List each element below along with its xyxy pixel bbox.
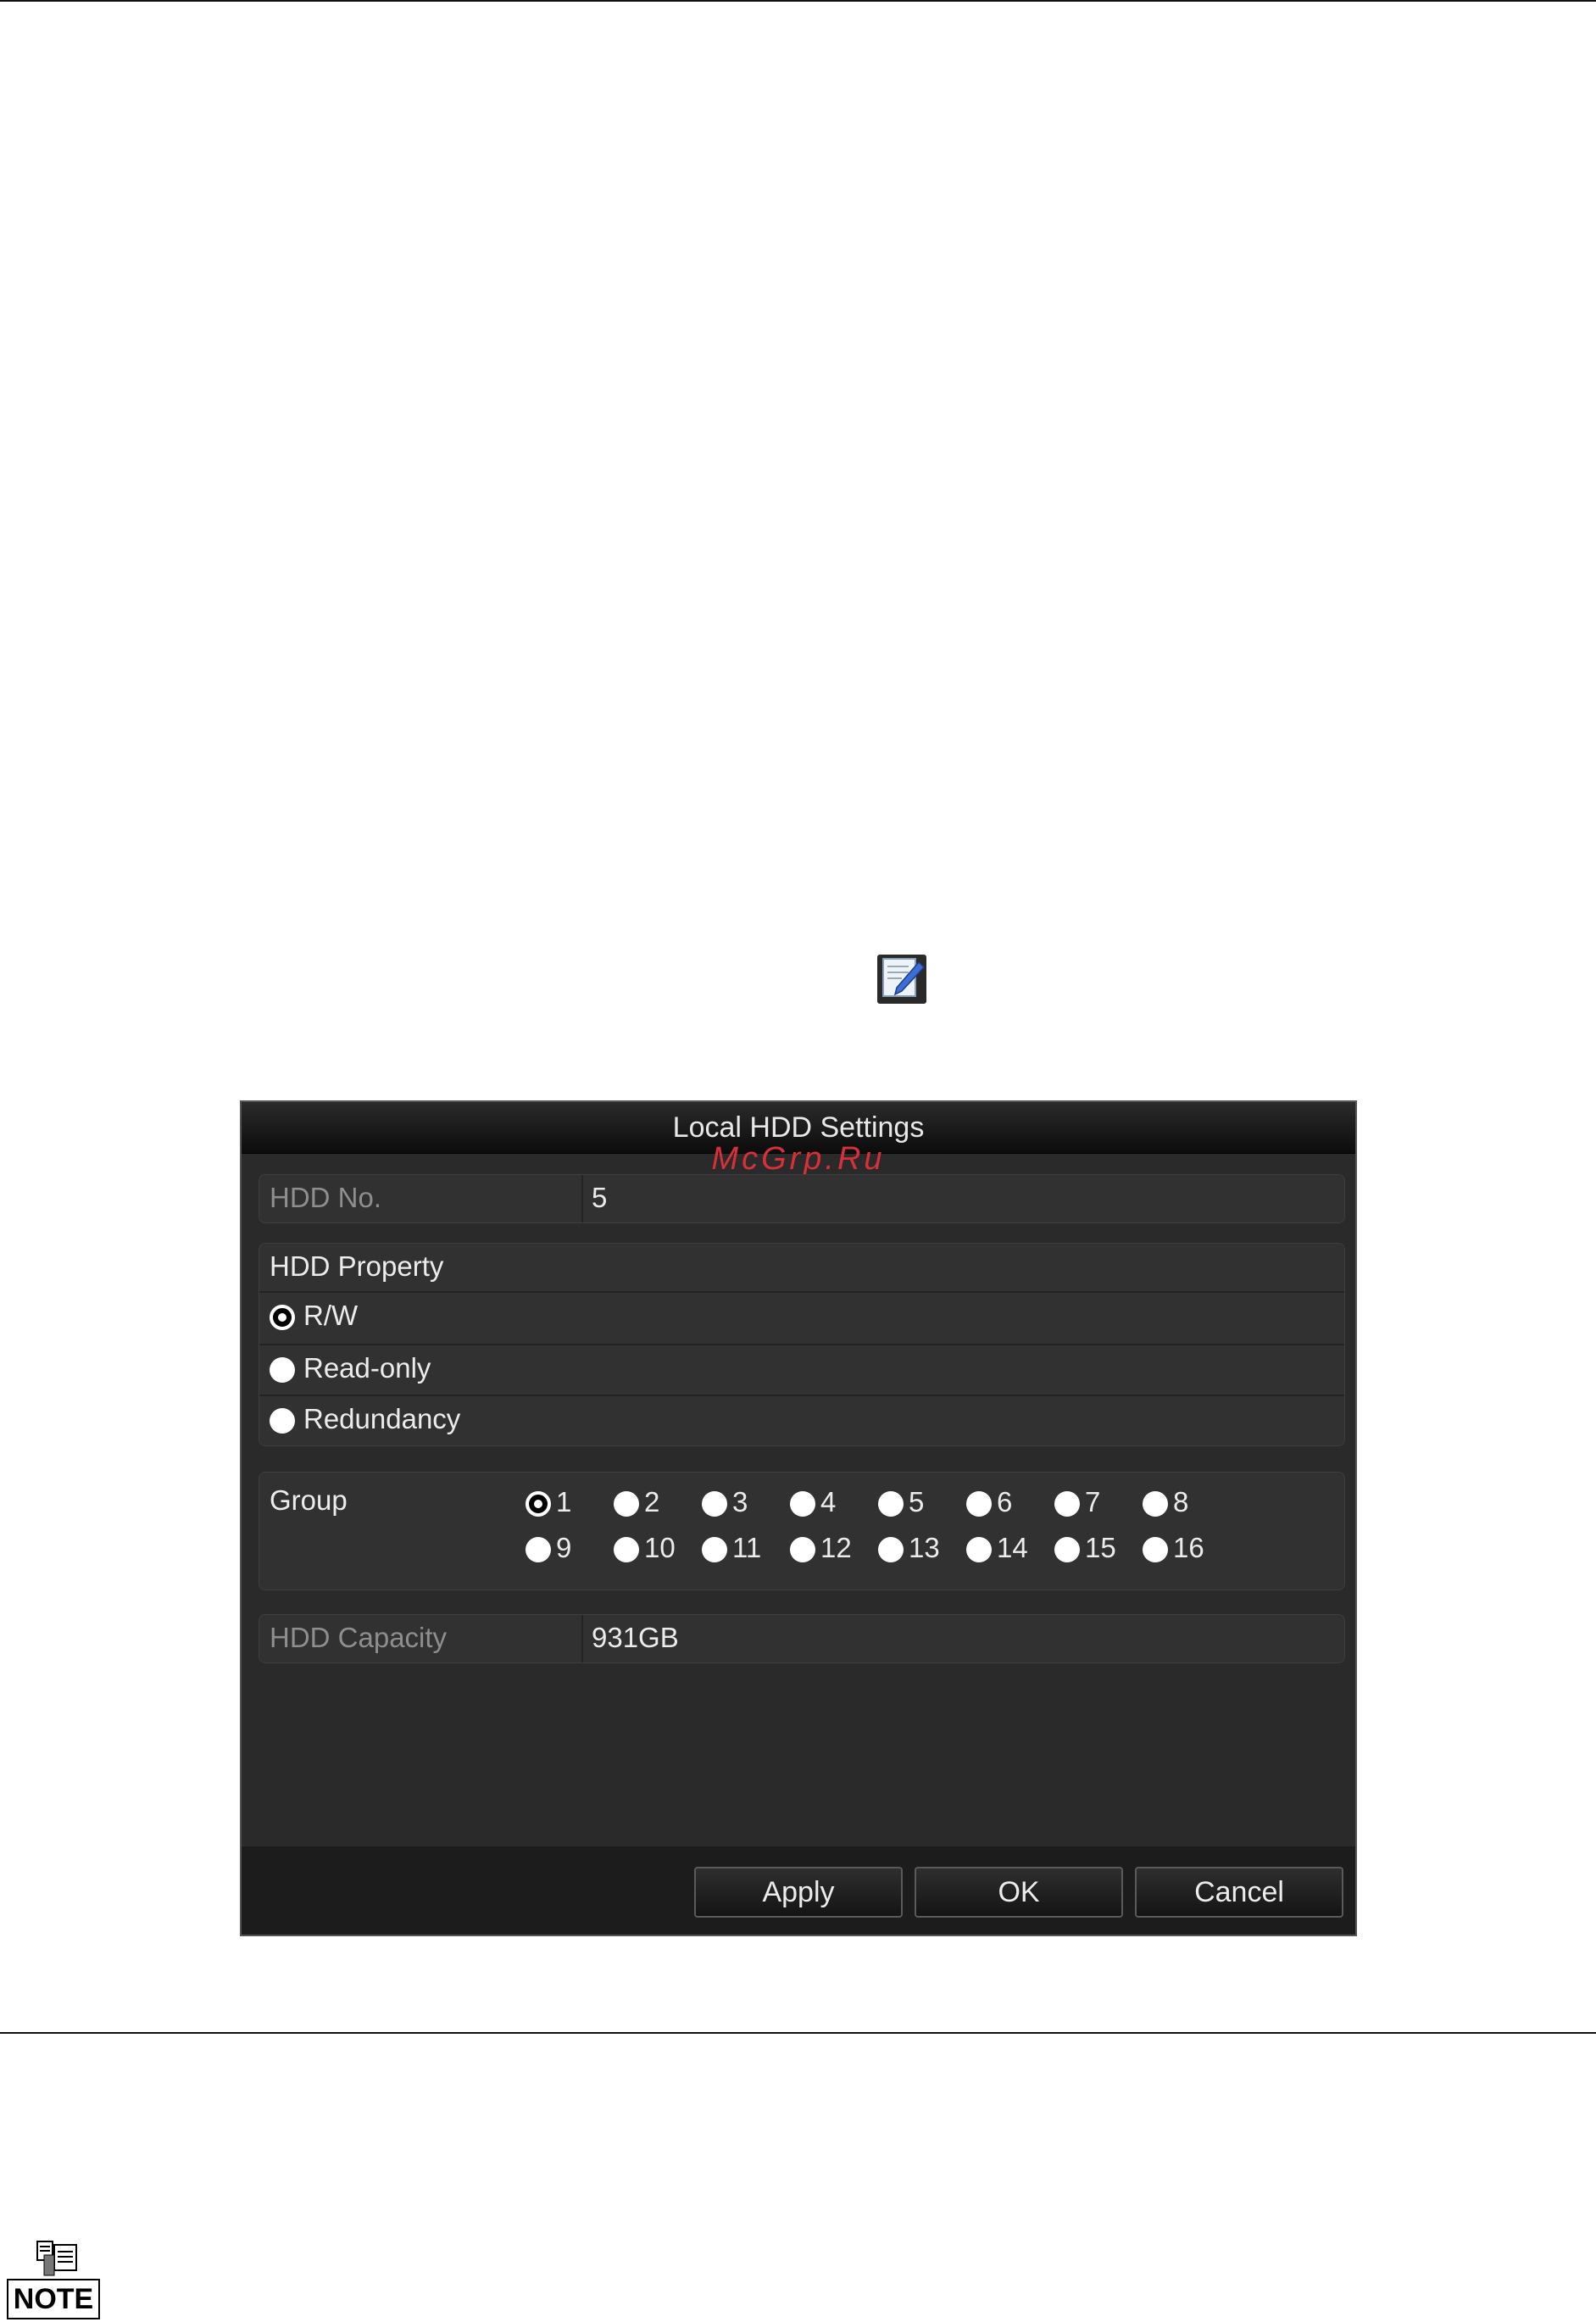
- group-radio-13[interactable]: [878, 1537, 904, 1562]
- group-label: Group: [270, 1484, 348, 1516]
- local-hdd-settings-dialog: Local HDD Settings McGrp.Ru HDD No. 5 HD…: [240, 1100, 1357, 1936]
- dialog-footer: Apply OK Cancel: [242, 1846, 1355, 1935]
- group-radio-label: 8: [1173, 1486, 1189, 1517]
- ok-button[interactable]: OK: [915, 1867, 1123, 1918]
- hdd-capacity-value: 931GB: [592, 1622, 679, 1653]
- edit-icon: [876, 954, 927, 1005]
- group-radio-label: 6: [997, 1486, 1013, 1517]
- radio-rw[interactable]: [270, 1305, 295, 1330]
- hdd-property-panel: HDD Property R/W Read-only Redundancy: [259, 1243, 1345, 1446]
- row-separator: [259, 1395, 1344, 1396]
- group-radio-label: 16: [1173, 1532, 1204, 1563]
- hdd-no-row: HDD No. 5: [259, 1174, 1345, 1223]
- group-radio-15[interactable]: [1054, 1537, 1080, 1562]
- group-radio-label: 4: [820, 1486, 837, 1517]
- group-radio-7[interactable]: [1054, 1491, 1080, 1517]
- bottom-rule: [0, 2032, 1596, 2034]
- apply-button[interactable]: Apply: [694, 1867, 903, 1918]
- group-radio-label: 10: [644, 1532, 676, 1563]
- group-radio-label: 15: [1085, 1532, 1116, 1563]
- group-radio-label: 12: [820, 1532, 852, 1563]
- cancel-button[interactable]: Cancel: [1135, 1867, 1343, 1918]
- group-radio-9[interactable]: [526, 1537, 551, 1562]
- group-radio-label: 1: [556, 1486, 572, 1517]
- cell-divider: [581, 1175, 583, 1222]
- group-radio-16[interactable]: [1143, 1537, 1168, 1562]
- hdd-property-label: HDD Property: [270, 1250, 444, 1282]
- group-radio-14[interactable]: [966, 1537, 992, 1562]
- group-radio-label: 9: [556, 1532, 572, 1563]
- watermark: McGrp.Ru: [711, 1141, 886, 1177]
- group-radio-5[interactable]: [878, 1491, 904, 1517]
- group-radio-label: 7: [1085, 1486, 1101, 1517]
- group-radio-label: 13: [909, 1532, 940, 1563]
- group-radio-4[interactable]: [790, 1491, 815, 1517]
- note-icon: NOTE: [7, 2238, 102, 2322]
- radio-redundancy[interactable]: [270, 1408, 295, 1434]
- radio-redundancy-label: Redundancy: [303, 1403, 461, 1434]
- group-radio-3[interactable]: [702, 1491, 727, 1517]
- group-radio-label: 11: [732, 1532, 762, 1563]
- group-radio-2[interactable]: [614, 1491, 639, 1517]
- hdd-capacity-row: HDD Capacity 931GB: [259, 1614, 1345, 1663]
- group-radio-label: 2: [644, 1486, 660, 1517]
- group-radio-label: 14: [997, 1532, 1028, 1563]
- hdd-no-value: 5: [592, 1182, 608, 1213]
- group-radio-label: 3: [732, 1486, 748, 1517]
- radio-rw-label: R/W: [303, 1300, 359, 1331]
- hdd-no-label: HDD No.: [270, 1182, 382, 1213]
- radio-read-only-label: Read-only: [303, 1352, 431, 1384]
- group-radio-label: 5: [909, 1486, 925, 1517]
- hdd-capacity-label: HDD Capacity: [270, 1622, 448, 1653]
- note-label: NOTE: [7, 2279, 100, 2319]
- cell-divider: [581, 1615, 583, 1662]
- group-radio-12[interactable]: [790, 1537, 815, 1562]
- group-radio-10[interactable]: [614, 1537, 639, 1562]
- group-panel: Group 1 2 3 4 5 6 7 8 9 10 11 12 13 14 1…: [259, 1472, 1345, 1590]
- radio-read-only[interactable]: [270, 1357, 295, 1383]
- group-radio-8[interactable]: [1143, 1491, 1168, 1517]
- row-separator: [259, 1291, 1344, 1293]
- group-radio-11[interactable]: [702, 1537, 727, 1562]
- top-rule: [0, 0, 1596, 2]
- group-radio-1[interactable]: [526, 1491, 551, 1517]
- group-radio-6[interactable]: [966, 1491, 992, 1517]
- row-separator: [259, 1344, 1344, 1345]
